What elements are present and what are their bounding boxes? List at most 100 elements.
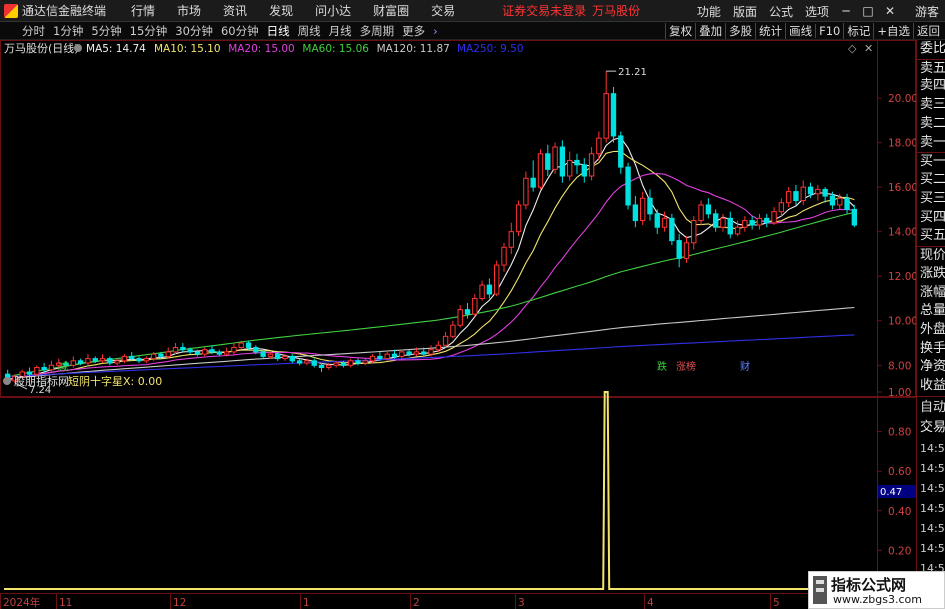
time-tick-label: 2 (413, 597, 420, 609)
period-30min[interactable]: 30分钟 (171, 23, 217, 39)
candle-body (70, 360, 77, 366)
candle-body (129, 355, 135, 360)
candle-body (369, 355, 376, 362)
mark-button[interactable]: 标记 (843, 23, 873, 39)
candle-body (253, 346, 259, 353)
login-notice[interactable]: 证券交易未登录 (502, 2, 586, 19)
candle-body (559, 146, 566, 177)
candle-body (304, 360, 310, 364)
candle-body (216, 351, 223, 355)
candle-body (756, 217, 763, 226)
event-marker-fall[interactable]: 跌 (657, 360, 667, 373)
tick-time: 14:56 (920, 521, 945, 535)
period-5min[interactable]: 5分钟 (87, 23, 125, 39)
menu-item-market[interactable]: 市场 (166, 2, 212, 19)
menu-item-ask[interactable]: 问小达 (304, 2, 362, 19)
period-more[interactable]: 更多 (398, 23, 429, 39)
panel-diamond-icon[interactable]: ◇ (848, 42, 857, 55)
period-multi[interactable]: 多周期 (356, 23, 399, 39)
period-1min[interactable]: 1分钟 (49, 23, 87, 39)
period-weekly[interactable]: 周线 (294, 23, 325, 39)
candle-body (136, 358, 142, 362)
menu-item-quotes[interactable]: 行情 (120, 2, 166, 19)
quote-field-label: 委比 (920, 41, 945, 56)
event-marker-finance[interactable]: 财 (740, 360, 750, 373)
close-icon[interactable]: ✕ (879, 4, 901, 18)
candle-body (282, 355, 288, 360)
auto-toggle[interactable]: 自动 (917, 395, 945, 418)
guest-login[interactable]: 游客 (915, 3, 939, 20)
menu-item-formula[interactable]: 公式 (763, 3, 799, 20)
panel-options-icon[interactable] (74, 44, 82, 52)
high-annotation: 21.21 (606, 67, 647, 78)
menu-item-discover[interactable]: 发现 (258, 2, 304, 19)
menu-item-trade[interactable]: 交易 (420, 2, 466, 19)
candle-body (654, 213, 660, 228)
back-button[interactable]: 返回 (913, 23, 943, 39)
indicator-tick-label: 0.40 (888, 506, 911, 518)
adjust-price-button[interactable]: 复权 (665, 23, 695, 39)
quote-field-label: 总量 (920, 303, 945, 319)
moving-average-lines (7, 137, 855, 382)
multi-stock-button[interactable]: 多股 (725, 23, 755, 39)
candle-body (566, 159, 573, 177)
candlestick-series (4, 71, 858, 384)
period-intraday[interactable]: 分时 (18, 23, 49, 39)
subpanel-options-icon[interactable] (3, 377, 11, 385)
top-menu-bar: 通达信金融终端 行情 市场 资讯 发现 问小达 财富圈 交易 证券交易未登录 万… (0, 0, 945, 22)
candle-body (647, 197, 653, 215)
period-15min[interactable]: 15分钟 (126, 23, 172, 39)
candle-body (99, 358, 106, 362)
indicator-tick-label: 0.60 (888, 466, 911, 478)
trade-tab[interactable]: 交易 (917, 417, 945, 439)
event-marker-reduce[interactable]: 减 (58, 361, 68, 373)
menu-item-layout[interactable]: 版面 (727, 3, 763, 20)
candle-body (362, 360, 368, 364)
candle-body (661, 217, 668, 228)
ma-legend-item: MA20: 15.00 (228, 43, 295, 55)
candle-body (289, 355, 296, 362)
candle-body (625, 166, 631, 206)
draw-line-button[interactable]: 画线 (785, 23, 815, 39)
menu-item-options[interactable]: 选项 (799, 3, 835, 20)
period-60min[interactable]: 60分钟 (217, 23, 263, 39)
candle-body (158, 353, 164, 357)
candle-body (793, 191, 799, 202)
ma-legend-item: MA250: 9.50 (457, 43, 524, 55)
menu-item-news[interactable]: 资讯 (212, 2, 258, 19)
minimize-icon[interactable]: ─ (835, 4, 857, 18)
quote-field-label: 卖五 (917, 58, 945, 78)
maximize-icon[interactable]: □ (857, 4, 879, 18)
tick-time: 14:56 (920, 441, 945, 455)
menu-item-wealth-circle[interactable]: 财富圈 (362, 2, 420, 19)
candle-body (508, 231, 514, 248)
stock-title[interactable]: 万马股份(日线) (4, 41, 79, 55)
chevron-right-icon[interactable]: › (429, 24, 442, 38)
candle-body (603, 93, 609, 139)
f10-button[interactable]: F10 (815, 24, 843, 38)
candle-body (807, 186, 814, 195)
right-menu: 功能 版面 公式 选项 ─ □ ✕ 游客 (691, 0, 945, 22)
candle-body (442, 335, 449, 346)
ma-legend-item: MA60: 15.06 (302, 43, 369, 55)
menu-item-function[interactable]: 功能 (691, 3, 727, 20)
candle-body (683, 242, 690, 259)
event-marker-gain-rank[interactable]: 涨榜 (676, 360, 696, 373)
statistics-button[interactable]: 统计 (755, 23, 785, 39)
candle-body (537, 153, 544, 188)
candle-body (778, 202, 785, 213)
panel-close-icon[interactable]: ✕ (864, 42, 873, 55)
candle-body (260, 351, 266, 357)
candle-body (844, 197, 850, 210)
chart-area[interactable]: 万马股份(日线) MA5: 14.74 MA10: 15.10 MA20: 15.0… (0, 40, 916, 609)
period-monthly[interactable]: 月线 (325, 23, 356, 39)
overlay-button[interactable]: 叠加 (695, 23, 725, 39)
candle-body (165, 351, 171, 357)
add-watchlist-button[interactable]: +自选 (873, 23, 913, 39)
price-tick-label: 12.00 (888, 271, 916, 283)
price-tick-label: 18.00 (888, 138, 916, 150)
main-panel-border (0, 40, 916, 397)
candle-body (209, 349, 215, 353)
period-daily[interactable]: 日线 (263, 23, 294, 39)
indicator-source-title[interactable]: 股朋指标网 (14, 374, 69, 388)
